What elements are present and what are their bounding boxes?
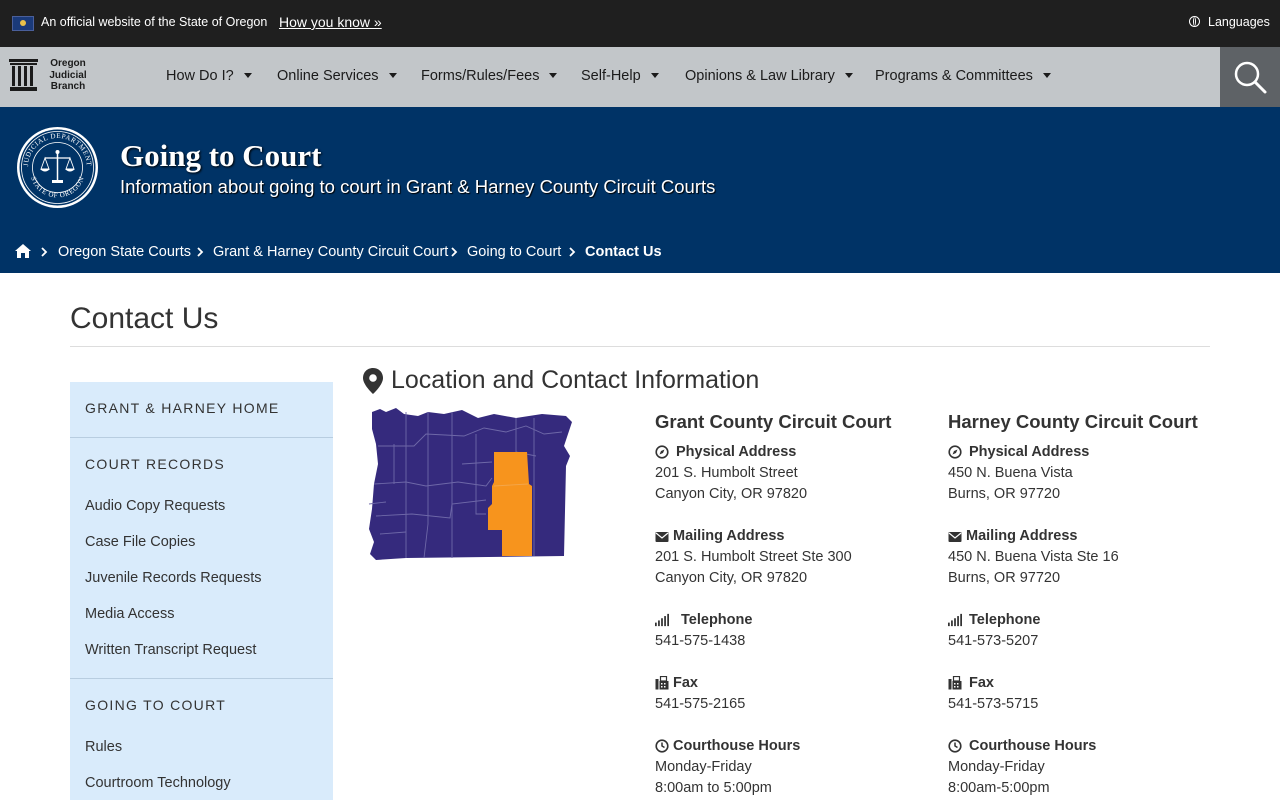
mailing-address-line: Canyon City, OR 97820	[655, 570, 808, 586]
divider	[70, 346, 1210, 347]
sidebar-item-media-access[interactable]: Media Access	[85, 606, 174, 622]
map-marker-icon	[363, 368, 383, 394]
envelope-icon	[655, 532, 669, 542]
nav-online-services[interactable]: Online Services	[277, 68, 397, 84]
grant-court-name: Grant County Circuit Court	[655, 411, 892, 432]
nav-programs-committees[interactable]: Programs & Committees	[875, 68, 1051, 84]
logo-text[interactable]: Oregon Judicial Branch	[46, 58, 90, 93]
chevron-down-icon	[243, 73, 252, 78]
breadcrumb-grant-harney-court[interactable]: Grant & Harney County Circuit Court	[213, 244, 448, 260]
chevron-down-icon	[650, 73, 659, 78]
globe-icon[interactable]	[1189, 16, 1200, 27]
clock-icon	[655, 739, 669, 753]
sidebar-item-written-transcript-request[interactable]: Written Transcript Request	[85, 642, 256, 658]
physical-address-line: Burns, OR 97720	[948, 486, 1061, 502]
chevron-right-icon	[569, 247, 576, 257]
section-title: Location and Contact Information	[391, 366, 760, 394]
telephone-link[interactable]: 541-575-1438	[655, 633, 745, 649]
sidebar-home-link[interactable]: GRANT & HARNEY HOME	[85, 400, 280, 416]
physical-address-line: 201 S. Humbolt Street	[655, 465, 798, 481]
nav-label: Online Services	[277, 68, 379, 84]
fax-icon	[655, 676, 669, 690]
nav-label: Programs & Committees	[875, 68, 1033, 84]
breadcrumb-oregon-state-courts[interactable]: Oregon State Courts	[58, 244, 191, 260]
physical-address-line: 450 N. Buena Vista	[948, 465, 1073, 481]
official-site-text: An official website of the State of Oreg…	[41, 15, 268, 29]
courthouse-hours-line: 8:00am-5:00pm	[948, 780, 1050, 796]
oregon-flag-icon	[12, 16, 34, 31]
logo-line: Oregon	[50, 58, 86, 69]
how-you-know-link[interactable]: How you know »	[279, 14, 382, 30]
compass-icon	[655, 445, 669, 459]
breadcrumb-current: Contact Us	[585, 244, 662, 260]
chevron-down-icon	[388, 73, 397, 78]
telephone-label: Telephone	[969, 612, 1041, 628]
nav-opinions-law-library[interactable]: Opinions & Law Library	[685, 68, 853, 84]
page-banner-subtitle: Information about going to court in Gran…	[120, 176, 716, 197]
nav-self-help[interactable]: Self-Help	[581, 68, 659, 84]
compass-icon	[948, 445, 962, 459]
physical-address-label: Physical Address	[969, 444, 1090, 460]
languages-button[interactable]: Languages	[1208, 15, 1270, 29]
page-title: Contact Us	[70, 302, 219, 335]
oregon-county-map	[368, 408, 572, 560]
mailing-address-line: 450 N. Buena Vista Ste 16	[948, 549, 1119, 565]
chevron-right-icon	[197, 247, 204, 257]
courthouse-hours-line: Monday-Friday	[948, 759, 1045, 775]
search-button[interactable]	[1220, 47, 1280, 107]
fax-icon	[948, 676, 962, 690]
sidebar-heading-court-records: COURT RECORDS	[85, 456, 226, 472]
clock-icon	[948, 739, 962, 753]
nav-how-do-i[interactable]: How Do I?	[166, 68, 252, 84]
sidebar-item-rules[interactable]: Rules	[85, 739, 122, 755]
chevron-right-icon	[41, 247, 48, 257]
signal-bars-icon	[655, 613, 669, 627]
sidebar-heading-going-to-court: GOING TO COURT	[85, 697, 227, 713]
chevron-down-icon	[549, 73, 558, 78]
sidebar	[70, 382, 333, 800]
mailing-address-line: Burns, OR 97720	[948, 570, 1061, 586]
logo-line: Judicial	[49, 69, 87, 81]
sidebar-item-case-file-copies[interactable]: Case File Copies	[85, 534, 195, 550]
telephone-label: Telephone	[681, 612, 753, 628]
courthouse-hours-line: 8:00am to 5:00pm	[655, 780, 772, 796]
sidebar-divider	[70, 678, 333, 679]
sidebar-item-audio-copy-requests[interactable]: Audio Copy Requests	[85, 498, 225, 514]
signal-bars-icon	[948, 613, 962, 627]
nav-forms-rules-fees[interactable]: Forms/Rules/Fees	[421, 68, 558, 84]
breadcrumb-going-to-court[interactable]: Going to Court	[467, 244, 561, 260]
nav-label: Opinions & Law Library	[685, 68, 835, 84]
judicial-seal-icon: JUDICIAL DEPARTMENT STATE OF OREGON	[17, 127, 98, 208]
sidebar-divider	[70, 437, 333, 438]
sidebar-item-juvenile-records-requests[interactable]: Juvenile Records Requests	[85, 570, 262, 586]
nav-label: How Do I?	[166, 68, 234, 84]
courthouse-hours-line: Monday-Friday	[655, 759, 752, 775]
nav-label: Forms/Rules/Fees	[421, 68, 540, 84]
home-icon[interactable]	[14, 243, 32, 259]
logo-line: Branch	[50, 81, 86, 92]
courthouse-hours-label: Courthouse Hours	[673, 738, 801, 754]
fax-label: Fax	[969, 675, 994, 691]
chevron-right-icon	[451, 247, 458, 257]
search-icon	[1234, 61, 1267, 94]
nav-label: Self-Help	[581, 68, 641, 84]
courthouse-logo-icon[interactable]	[9, 59, 38, 91]
fax-number: 541-575-2165	[655, 696, 746, 712]
fax-number: 541-573-5715	[948, 696, 1039, 712]
chevron-down-icon	[1042, 73, 1051, 78]
physical-address-line: Canyon City, OR 97820	[655, 486, 808, 502]
fax-label: Fax	[673, 675, 698, 691]
harney-court-name: Harney County Circuit Court	[948, 411, 1198, 432]
mailing-address-label: Mailing Address	[966, 528, 1078, 544]
mailing-address-label: Mailing Address	[673, 528, 785, 544]
page-banner-title: Going to Court	[120, 138, 322, 173]
envelope-icon	[948, 532, 962, 542]
physical-address-label: Physical Address	[676, 444, 797, 460]
sidebar-item-courtroom-technology[interactable]: Courtroom Technology	[85, 775, 231, 791]
chevron-down-icon	[844, 73, 853, 78]
mailing-address-line: 201 S. Humbolt Street Ste 300	[655, 549, 852, 565]
courthouse-hours-label: Courthouse Hours	[969, 738, 1097, 754]
telephone-link[interactable]: 541-573-5207	[948, 633, 1038, 649]
